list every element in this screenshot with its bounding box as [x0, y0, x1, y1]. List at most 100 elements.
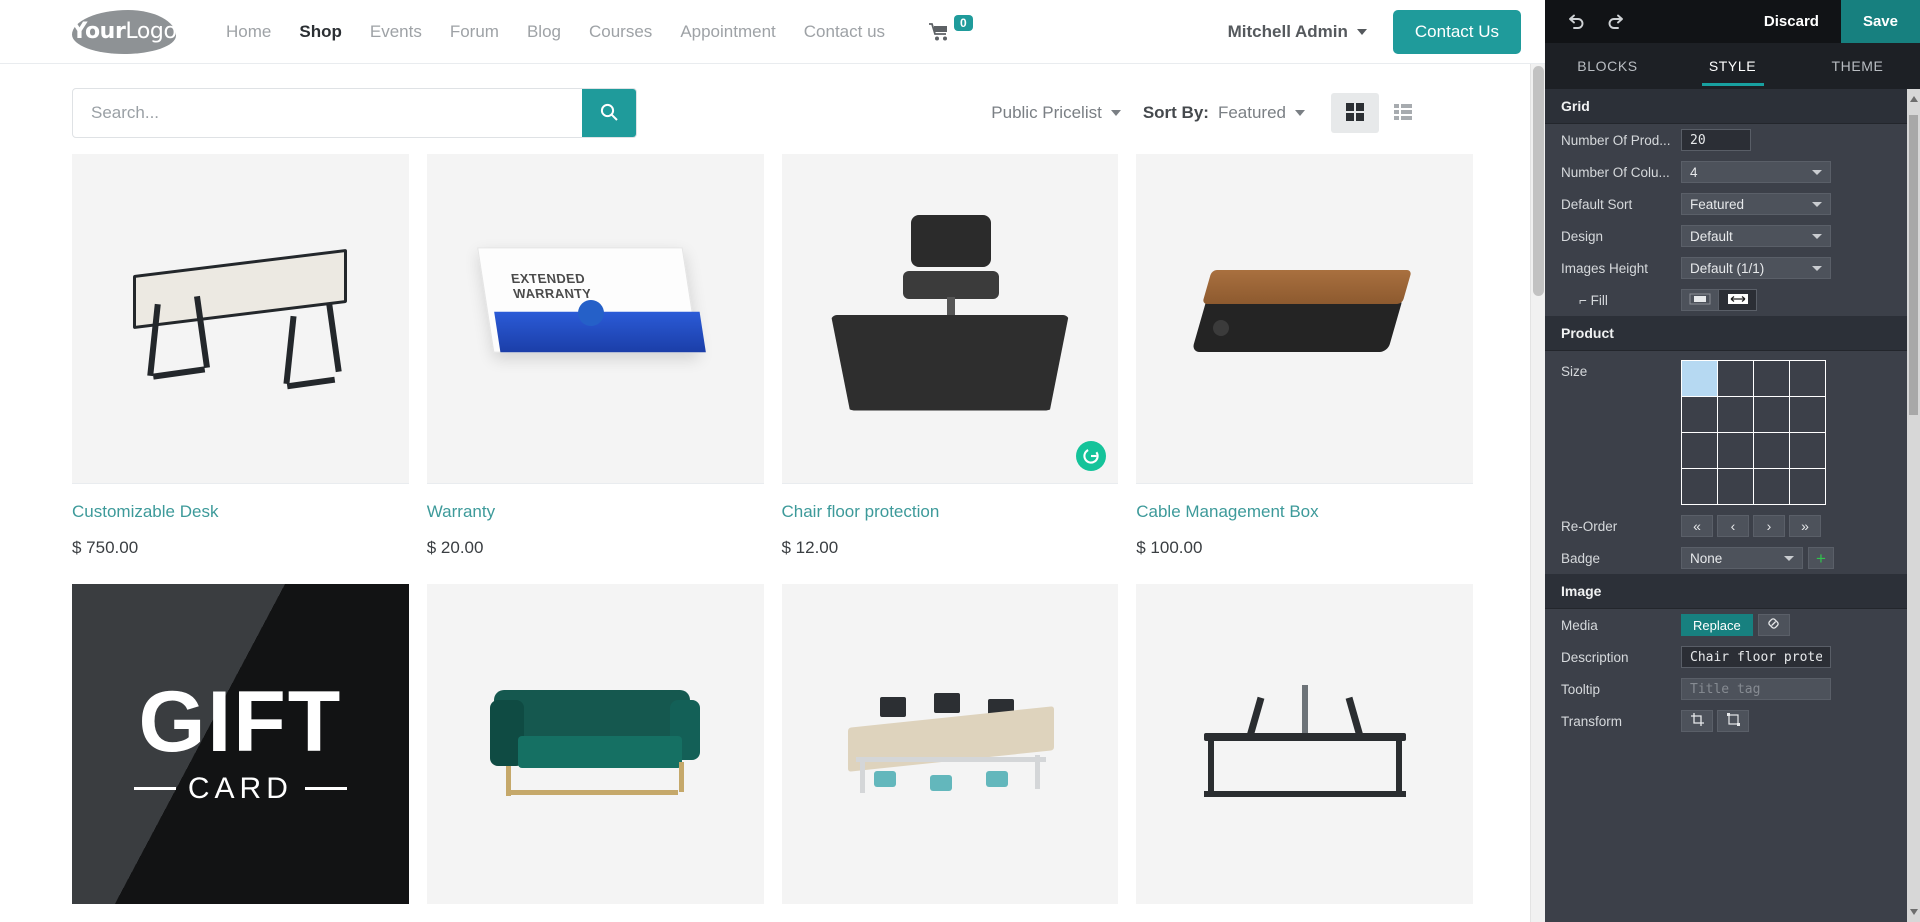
design-select[interactable]: Default — [1681, 225, 1831, 247]
product-name[interactable]: Customizable Desk — [72, 502, 409, 522]
size-cell-1-2[interactable] — [1718, 361, 1754, 397]
images-height-select[interactable]: Default (1/1) — [1681, 257, 1831, 279]
product-image[interactable] — [72, 154, 409, 484]
grammarly-icon[interactable] — [1076, 441, 1107, 471]
product-name[interactable]: Cable Management Box — [1136, 502, 1473, 522]
pricelist-dropdown[interactable]: Public Pricelist — [991, 103, 1121, 123]
image-contain-button[interactable] — [1681, 289, 1719, 311]
search-submit-button[interactable] — [582, 89, 636, 137]
product-image[interactable] — [426, 584, 764, 904]
size-cell-1-1[interactable] — [1682, 361, 1718, 397]
site-nav-links: Home Shop Events Forum Blog Courses Appo… — [212, 14, 981, 50]
product-card[interactable]: Chair floor protection $ 12.00 — [781, 154, 1119, 584]
size-cell-4-1[interactable] — [1682, 469, 1718, 505]
transform-button[interactable] — [1717, 710, 1749, 732]
size-cell-3-1[interactable] — [1682, 433, 1718, 469]
option-label: Number Of Colu... — [1561, 164, 1670, 180]
product-size-grid[interactable] — [1681, 360, 1826, 505]
sort-by-dropdown[interactable]: Sort By: Featured — [1143, 103, 1305, 123]
product-image[interactable]: GIFT CARD — [72, 584, 409, 904]
move-first-button[interactable]: « — [1681, 515, 1713, 537]
size-cell-2-1[interactable] — [1682, 397, 1718, 433]
size-cell-4-4[interactable] — [1790, 469, 1826, 505]
size-cell-3-3[interactable] — [1754, 433, 1790, 469]
contact-us-button[interactable]: Contact Us — [1392, 9, 1521, 54]
product-name[interactable]: Chair floor protection — [782, 502, 1119, 522]
product-card[interactable]: Cable Management Box $ 100.00 — [1136, 154, 1473, 584]
product-card[interactable]: GIFT CARD — [72, 584, 409, 912]
badge-select[interactable]: None — [1681, 547, 1803, 569]
option-row-fill: ⌐ Fill — [1545, 284, 1907, 316]
redo-icon[interactable] — [1599, 5, 1633, 39]
nav-item-appointment[interactable]: Appointment — [666, 14, 789, 50]
website-scrollbar-thumb[interactable] — [1533, 66, 1544, 296]
product-card[interactable] — [426, 584, 764, 912]
editor-tabs: BLOCKS STYLE THEME — [1545, 43, 1920, 89]
website-scrollbar[interactable] — [1530, 64, 1545, 922]
product-image[interactable] — [781, 584, 1119, 904]
tab-theme[interactable]: THEME — [1795, 43, 1920, 89]
discard-button[interactable]: Discard — [1742, 0, 1841, 43]
move-next-button[interactable]: › — [1753, 515, 1785, 537]
move-prev-button[interactable]: ‹ — [1717, 515, 1749, 537]
product-name[interactable]: Warranty — [427, 502, 764, 522]
sofa-artwork — [490, 684, 701, 804]
save-button[interactable]: Save — [1840, 0, 1920, 43]
grid-view-button[interactable] — [1331, 93, 1379, 133]
list-view-button[interactable] — [1379, 93, 1427, 133]
size-cell-2-3[interactable] — [1754, 397, 1790, 433]
move-last-button[interactable]: » — [1789, 515, 1821, 537]
product-price: $ 20.00 — [426, 538, 484, 557]
image-tooltip-input[interactable] — [1681, 678, 1831, 700]
option-row-number-of-products: Number Of Prod... — [1545, 124, 1907, 156]
cart-button[interactable]: 0 — [921, 14, 981, 47]
product-card[interactable]: Customizable Desk $ 750.00 — [72, 154, 409, 584]
site-logo[interactable]: Your Logo — [71, 9, 177, 54]
crop-button[interactable] — [1681, 710, 1713, 732]
number-of-columns-select[interactable]: 4 — [1681, 161, 1831, 183]
size-cell-4-3[interactable] — [1754, 469, 1790, 505]
product-image[interactable] — [781, 154, 1119, 484]
size-cell-2-2[interactable] — [1718, 397, 1754, 433]
product-image[interactable] — [1136, 584, 1473, 904]
nav-item-blog[interactable]: Blog — [513, 14, 575, 50]
tab-blocks[interactable]: BLOCKS — [1545, 43, 1670, 89]
user-menu[interactable]: Mitchell Admin — [1228, 22, 1367, 42]
add-badge-button[interactable]: + — [1808, 547, 1834, 569]
size-cell-4-2[interactable] — [1718, 469, 1754, 505]
scroll-down-icon[interactable] — [1909, 909, 1918, 915]
editor-scrollbar-thumb[interactable] — [1909, 115, 1918, 415]
editor-scrollbar[interactable] — [1907, 89, 1920, 922]
media-link-button[interactable] — [1757, 614, 1790, 636]
scroll-up-icon[interactable] — [1909, 96, 1918, 102]
nav-item-forum[interactable]: Forum — [436, 14, 513, 50]
image-stretch-button[interactable] — [1719, 289, 1757, 311]
size-cell-3-4[interactable] — [1790, 433, 1826, 469]
option-label: Design — [1561, 228, 1604, 244]
product-card[interactable]: EXTENDED WARRANTY Warranty $ 20.00 — [426, 154, 764, 584]
size-cell-3-2[interactable] — [1718, 433, 1754, 469]
default-sort-select[interactable]: Featured — [1681, 193, 1831, 215]
size-cell-1-4[interactable] — [1790, 361, 1826, 397]
nav-item-events[interactable]: Events — [356, 14, 436, 50]
chevron-down-icon — [1812, 201, 1822, 207]
tab-style[interactable]: STYLE — [1670, 43, 1795, 89]
product-card[interactable] — [1136, 584, 1473, 912]
nav-item-shop[interactable]: Shop — [285, 14, 356, 50]
number-of-products-input[interactable] — [1681, 129, 1751, 151]
nav-item-home[interactable]: Home — [212, 14, 285, 50]
replace-media-button[interactable]: Replace — [1681, 614, 1753, 636]
nav-item-contact-us[interactable]: Contact us — [790, 14, 899, 50]
search-input[interactable] — [73, 89, 582, 137]
option-row-design: Design Default — [1545, 220, 1907, 252]
undo-icon[interactable] — [1559, 5, 1593, 39]
nav-item-courses[interactable]: Courses — [575, 14, 666, 50]
size-cell-1-3[interactable] — [1754, 361, 1790, 397]
option-label: Tooltip — [1561, 681, 1601, 697]
size-cell-2-4[interactable] — [1790, 397, 1826, 433]
image-description-input[interactable] — [1681, 646, 1831, 668]
product-image[interactable]: EXTENDED WARRANTY — [426, 154, 764, 484]
link-icon — [1766, 616, 1781, 634]
product-card[interactable] — [781, 584, 1119, 912]
product-image[interactable] — [1136, 154, 1473, 484]
